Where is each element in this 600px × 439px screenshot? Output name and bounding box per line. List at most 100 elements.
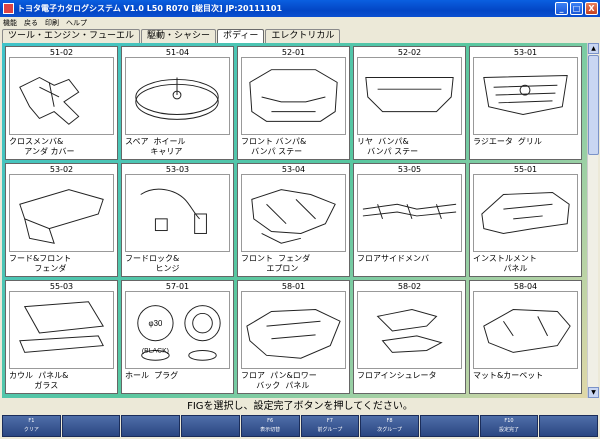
menu-help[interactable]: ヘルプ — [66, 18, 87, 28]
fkey-number: F6 — [267, 418, 274, 424]
fkey-button-5[interactable]: F6 表示切替 — [240, 415, 300, 437]
fkey-label: クリア — [23, 427, 39, 433]
window-title: トヨタ電子カタログシステム V1.0 L50 R070 [総目次] JP:201… — [17, 4, 283, 13]
fig-code: 53-05 — [397, 165, 422, 174]
fkey-label: 表示切替 — [260, 427, 281, 433]
floor-pan-icon — [241, 291, 346, 369]
fkey-number: F8 — [386, 418, 393, 424]
spare-wheel-icon — [125, 57, 230, 135]
fig-code: 53-04 — [281, 165, 306, 174]
floor-side-icon — [357, 174, 462, 252]
fkey-button-8[interactable] — [419, 415, 479, 437]
fkey-number: F1 — [28, 418, 35, 424]
fkey-button-9[interactable]: F10 設定完了 — [479, 415, 539, 437]
fig-card-58-02[interactable]: 58-02 フロアインシュレータ — [353, 280, 466, 394]
vertical-scrollbar[interactable]: ▲ ▼ — [587, 43, 599, 398]
fig-card-53-01[interactable]: 53-01 ラジエータ グリル — [469, 46, 582, 160]
fig-code: 51-02 — [49, 48, 74, 57]
fkey-label: 前グループ — [317, 427, 343, 433]
fig-card-53-03[interactable]: 53-03 フードロック& ヒンジ — [121, 163, 234, 277]
fig-label: クロスメンバ& アンダ カバー — [9, 137, 75, 156]
hood-lock-icon — [125, 174, 230, 252]
fig-card-52-01[interactable]: 52-01 フロント バンパ& バンパ ステー — [237, 46, 350, 160]
maximize-button[interactable]: □ — [570, 2, 583, 15]
tab-drive-chassis[interactable]: 駆動・シャシー — [141, 29, 217, 43]
rear-bumper-icon — [357, 57, 462, 135]
apron-icon — [241, 174, 346, 252]
fkey-button-2[interactable] — [61, 415, 121, 437]
fig-card-53-04[interactable]: 53-04 フロント フェンダ エプロン — [237, 163, 350, 277]
instrument-panel-icon — [473, 174, 578, 252]
fig-label: フロアインシュレータ — [357, 371, 437, 380]
fig-label: ホール プラグ — [125, 371, 179, 380]
menu-print[interactable]: 印刷 — [45, 18, 59, 28]
tab-electrical[interactable]: エレクトリカル — [265, 29, 341, 43]
fig-grid-area: 51-02 クロスメンバ& アンダ カバー 51-04 スペア ホイール キャリア 52… — [2, 43, 587, 398]
status-message: FIGを選択し、設定完了ボタンを押してください。 — [2, 400, 598, 414]
menu-function[interactable]: 機能 — [3, 18, 17, 28]
menu-back[interactable]: 戻る — [24, 18, 38, 28]
fig-card-51-04[interactable]: 51-04 スペア ホイール キャリア — [121, 46, 234, 160]
cowl-icon — [9, 291, 114, 369]
crossmember-icon — [9, 57, 114, 135]
fig-card-58-04[interactable]: 58-04 マット&カーペット — [469, 280, 582, 394]
fig-label: ラジエータ グリル — [473, 137, 542, 146]
fig-code: 53-02 — [49, 165, 74, 174]
close-button[interactable]: X — [585, 2, 598, 15]
fig-label: フロント バンパ& バンパ ステー — [241, 137, 307, 156]
fig-code: 52-01 — [281, 48, 306, 57]
fig-code: 58-01 — [281, 282, 306, 291]
fkey-button-7[interactable]: F8 次グループ — [360, 415, 419, 437]
hood-icon — [9, 174, 114, 252]
hole-plug-dia: φ30 — [149, 319, 163, 328]
fig-label: フード&フロント フェンダ — [9, 254, 72, 273]
fig-label: フロント フェンダ エプロン — [241, 254, 311, 273]
title-bar: トヨタ電子カタログシステム V1.0 L50 R070 [総目次] JP:201… — [0, 0, 600, 17]
fkey-label: 設定完了 — [498, 427, 519, 433]
hole-plug-color: (BLACK) — [142, 347, 169, 354]
scroll-down-icon[interactable]: ▼ — [588, 387, 599, 398]
fig-card-53-02[interactable]: 53-02 フード&フロント フェンダ — [5, 163, 118, 277]
front-bumper-icon — [241, 57, 346, 135]
fig-label: フードロック& ヒンジ — [125, 254, 180, 273]
fig-card-58-01[interactable]: 58-01 フロア パン&ロワー バック パネル — [237, 280, 350, 394]
fkey-number: F7 — [326, 418, 333, 424]
fig-card-55-01[interactable]: 55-01 インストルメント パネル — [469, 163, 582, 277]
fkey-label: 次グループ — [377, 427, 402, 433]
fig-card-57-01[interactable]: 57-01 φ30 (BLACK) ホール プラグ — [121, 280, 234, 394]
fig-card-52-02[interactable]: 52-02 リヤ バンパ& バンパ ステー — [353, 46, 466, 160]
fig-label: インストルメント パネル — [473, 254, 537, 273]
scroll-thumb[interactable] — [588, 55, 599, 155]
fkey-button-10[interactable] — [539, 415, 599, 437]
fkey-button-4[interactable] — [181, 415, 240, 437]
fig-code: 57-01 — [165, 282, 190, 291]
menu-bar: 機能 戻る 印刷 ヘルプ — [0, 17, 600, 29]
tab-tools-engine-fuel[interactable]: ツール・エンジン・フューエル — [2, 29, 141, 43]
fig-code: 51-04 — [165, 48, 190, 57]
fig-label: カウル パネル& ガラス — [9, 371, 69, 390]
tab-body[interactable]: ボディー — [217, 29, 265, 43]
fig-grid: 51-02 クロスメンバ& アンダ カバー 51-04 スペア ホイール キャリア 52… — [5, 46, 584, 394]
function-key-bar: F1 クリア F6 表示切替 F7 前グループ F8 次グループ F10 設定完了 — [2, 415, 599, 437]
scroll-up-icon[interactable]: ▲ — [588, 43, 599, 54]
fig-code: 55-03 — [49, 282, 74, 291]
category-tabs: ツール・エンジン・フューエル 駆動・シャシー ボディー エレクトリカル — [2, 29, 598, 43]
fig-card-51-02[interactable]: 51-02 クロスメンバ& アンダ カバー — [5, 46, 118, 160]
fig-code: 55-01 — [513, 165, 538, 174]
fig-label: リヤ バンパ& バンパ ステー — [357, 137, 419, 156]
fig-label: マット&カーペット — [473, 371, 544, 380]
minimize-button[interactable]: _ — [555, 2, 568, 15]
fkey-button-1[interactable]: F1 クリア — [2, 415, 61, 437]
fig-card-53-05[interactable]: 53-05 フロアサイドメンバ — [353, 163, 466, 277]
fig-label: スペア ホイール キャリア — [125, 137, 186, 156]
fkey-button-3[interactable] — [121, 415, 181, 437]
insulator-icon — [357, 291, 462, 369]
fkey-button-6[interactable]: F7 前グループ — [300, 415, 360, 437]
fig-code: 53-01 — [513, 48, 538, 57]
fkey-number: F10 — [504, 418, 514, 424]
app-icon — [3, 3, 14, 14]
fig-label: フロア パン&ロワー バック パネル — [241, 371, 317, 390]
fig-code: 58-02 — [397, 282, 422, 291]
fig-code: 53-03 — [165, 165, 190, 174]
fig-card-55-03[interactable]: 55-03 カウル パネル& ガラス — [5, 280, 118, 394]
